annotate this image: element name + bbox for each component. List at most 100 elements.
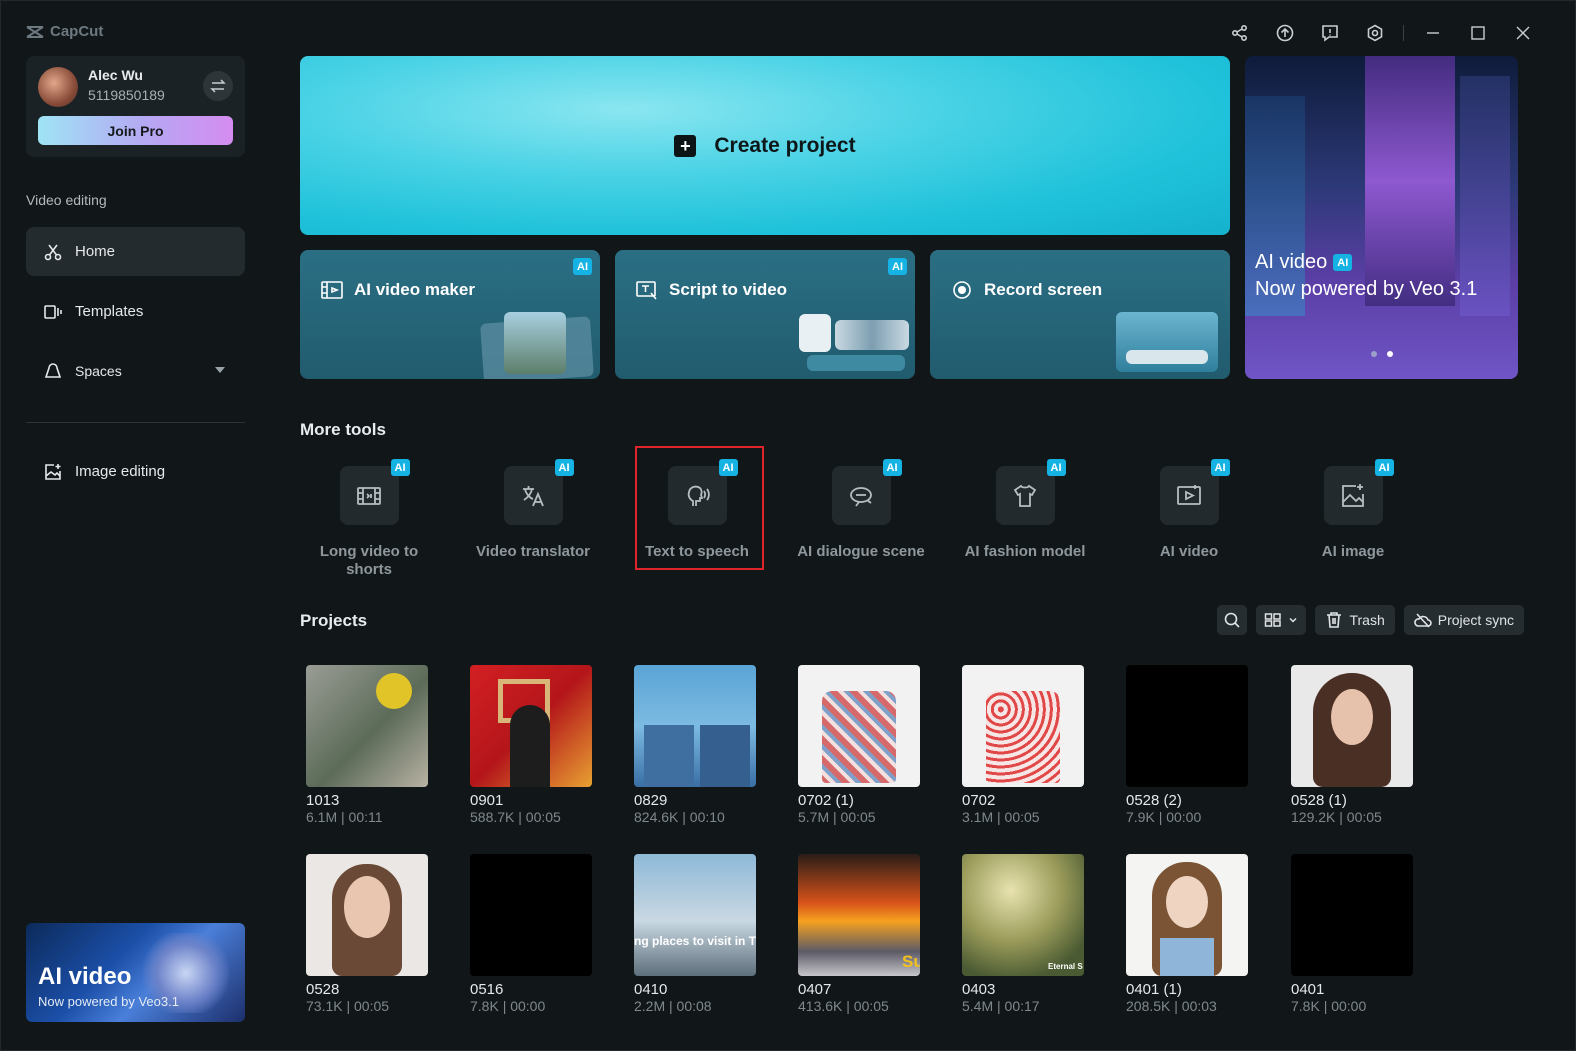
create-project-button[interactable]: + Create project	[300, 56, 1230, 235]
project-item[interactable]: 0901 588.7K | 00:05	[470, 665, 594, 825]
projects-toolbar: Trash Project sync	[1217, 605, 1524, 635]
tool-card-thumbnail	[835, 320, 909, 350]
record-screen-card[interactable]: Record screen	[930, 250, 1230, 379]
ai-video-promo-banner[interactable]: AI video Now powered by Veo3.1	[26, 923, 245, 1022]
project-thumbnail[interactable]	[798, 665, 920, 787]
upload-icon[interactable]	[1262, 19, 1307, 47]
project-item[interactable]: 0401 (1) 208.5K | 00:03	[1126, 854, 1250, 1014]
thumbnail-dress	[1160, 938, 1214, 976]
sidebar-divider	[26, 422, 245, 423]
user-id: 5119850189	[88, 87, 165, 103]
project-item[interactable]: 0516 7.8K | 00:00	[470, 854, 594, 1014]
tool-card-thumbnail	[807, 355, 905, 371]
tool-label: AI dialogue scene	[797, 543, 925, 560]
sidebar-item-spaces[interactable]: Spaces	[26, 346, 245, 395]
project-thumbnail[interactable]	[962, 665, 1084, 787]
project-meta: 73.1K | 00:05	[306, 998, 390, 1014]
chevron-down-icon[interactable]	[215, 367, 225, 373]
scissors-icon	[44, 244, 62, 260]
capcut-window: CapCut Alec Wu 5119850189 Join Pro Video…	[0, 0, 1576, 1051]
sidebar-item-label: Image editing	[75, 463, 166, 480]
ai-badge: AI	[1333, 254, 1353, 271]
project-thumbnail[interactable]	[1291, 665, 1413, 787]
ai-video-maker-icon	[321, 281, 343, 299]
project-item[interactable]: 0528 (1) 129.2K | 00:05	[1291, 665, 1415, 825]
tool-card-label: Record screen	[984, 280, 1103, 299]
minimize-icon[interactable]	[1410, 19, 1455, 47]
view-mode-button[interactable]	[1256, 605, 1307, 635]
swap-icon	[210, 79, 226, 93]
search-button[interactable]	[1217, 605, 1248, 635]
project-thumbnail[interactable]	[470, 854, 592, 976]
ai-video-maker-card[interactable]: AI video maker AI	[300, 250, 600, 379]
project-thumbnail[interactable]	[1126, 854, 1248, 976]
project-item[interactable]: ng places to visit in T 0410 2.2M | 00:0…	[634, 854, 758, 1014]
capcut-logo: CapCut	[26, 23, 103, 40]
project-item[interactable]: Su 0407 413.6K | 00:05	[798, 854, 922, 1014]
user-card: Alec Wu 5119850189 Join Pro	[26, 56, 245, 157]
tool-ai-fashion-model[interactable]: AI AI fashion model	[955, 459, 1095, 561]
sidebar-item-home[interactable]: Home	[26, 227, 245, 276]
project-thumbnail[interactable]: Su	[798, 854, 920, 976]
sidebar-item-templates[interactable]: Templates	[26, 287, 245, 336]
project-item[interactable]: 0829 824.6K | 00:10	[634, 665, 758, 825]
hero-subtitle: Now powered by Veo 3.1	[1255, 278, 1478, 300]
project-item[interactable]: 0702 (1) 5.7M | 00:05	[798, 665, 922, 825]
project-item[interactable]: 0702 3.1M | 00:05	[962, 665, 1086, 825]
trash-icon	[1327, 612, 1342, 628]
project-meta: 824.6K | 00:10	[634, 809, 725, 825]
sidebar-item-label: Spaces	[75, 362, 122, 379]
thumbnail-caption: Eternal S	[1048, 962, 1083, 971]
project-thumbnail[interactable]	[634, 665, 756, 787]
promo-subtitle: Now powered by Veo3.1	[38, 994, 179, 1009]
project-thumbnail[interactable]	[1126, 665, 1248, 787]
tool-long-video-to-shorts[interactable]: AI Long video to shorts	[299, 459, 439, 579]
carousel-dot[interactable]	[1371, 351, 1377, 357]
project-item[interactable]: 0528 73.1K | 00:05	[306, 854, 430, 1014]
project-thumbnail[interactable]	[1291, 854, 1413, 976]
project-item[interactable]: 0528 (2) 7.9K | 00:00	[1126, 665, 1250, 825]
project-thumbnail[interactable]	[306, 665, 428, 787]
join-pro-button[interactable]: Join Pro	[38, 116, 233, 145]
sidebar-item-image-editing[interactable]: Image editing	[26, 447, 245, 496]
project-thumbnail[interactable]: ng places to visit in T	[634, 854, 756, 976]
ai-badge: AI	[1210, 459, 1230, 476]
tool-ai-dialogue-scene[interactable]: AI AI dialogue scene	[791, 459, 931, 561]
settings-icon[interactable]	[1352, 19, 1397, 47]
thumbnail-face	[344, 876, 390, 938]
ai-video-hero-banner[interactable]: AI video AI Now powered by Veo 3.1	[1245, 56, 1518, 379]
tool-card-label: AI video maker	[354, 280, 475, 299]
feedback-icon[interactable]	[1307, 19, 1352, 47]
project-item[interactable]: Eternal S 0403 5.4M | 00:17	[962, 854, 1086, 1014]
project-thumbnail[interactable]	[470, 665, 592, 787]
tool-label: Video translator	[476, 543, 590, 560]
project-thumbnail[interactable]	[306, 854, 428, 976]
project-item[interactable]: 1013 6.1M | 00:11	[306, 665, 430, 825]
project-sync-button[interactable]: Project sync	[1403, 605, 1524, 635]
share-icon[interactable]	[1217, 19, 1262, 47]
promo-title: AI video	[38, 963, 132, 990]
window-controls	[1217, 19, 1545, 47]
avatar[interactable]	[38, 67, 78, 107]
maximize-icon[interactable]	[1455, 19, 1500, 47]
project-name: 0403	[962, 981, 996, 998]
ai-badge: AI	[882, 459, 902, 476]
project-thumbnail[interactable]: Eternal S	[962, 854, 1084, 976]
script-to-video-card[interactable]: Script to video AI	[615, 250, 915, 379]
ai-badge: AI	[573, 258, 592, 275]
project-name: 0401 (1)	[1126, 981, 1182, 998]
switch-account-button[interactable]	[203, 71, 233, 101]
close-icon[interactable]	[1500, 19, 1545, 47]
project-meta: 3.1M | 00:05	[962, 809, 1040, 825]
tool-ai-video[interactable]: AI AI video	[1119, 459, 1259, 561]
tool-video-translator[interactable]: AI Video translator	[463, 459, 603, 561]
thumbnail-dress	[822, 691, 896, 783]
tool-ai-image[interactable]: AI AI image	[1283, 459, 1423, 561]
project-name: 0901	[470, 792, 504, 809]
thumbnail-flower	[376, 673, 412, 709]
project-item[interactable]: 0401 7.8K | 00:00	[1291, 854, 1415, 1014]
trash-button[interactable]: Trash	[1315, 605, 1395, 635]
tool-card-thumbnail	[799, 314, 831, 352]
carousel-dot-active[interactable]	[1387, 351, 1393, 357]
project-name: 0528 (1)	[1291, 792, 1347, 809]
